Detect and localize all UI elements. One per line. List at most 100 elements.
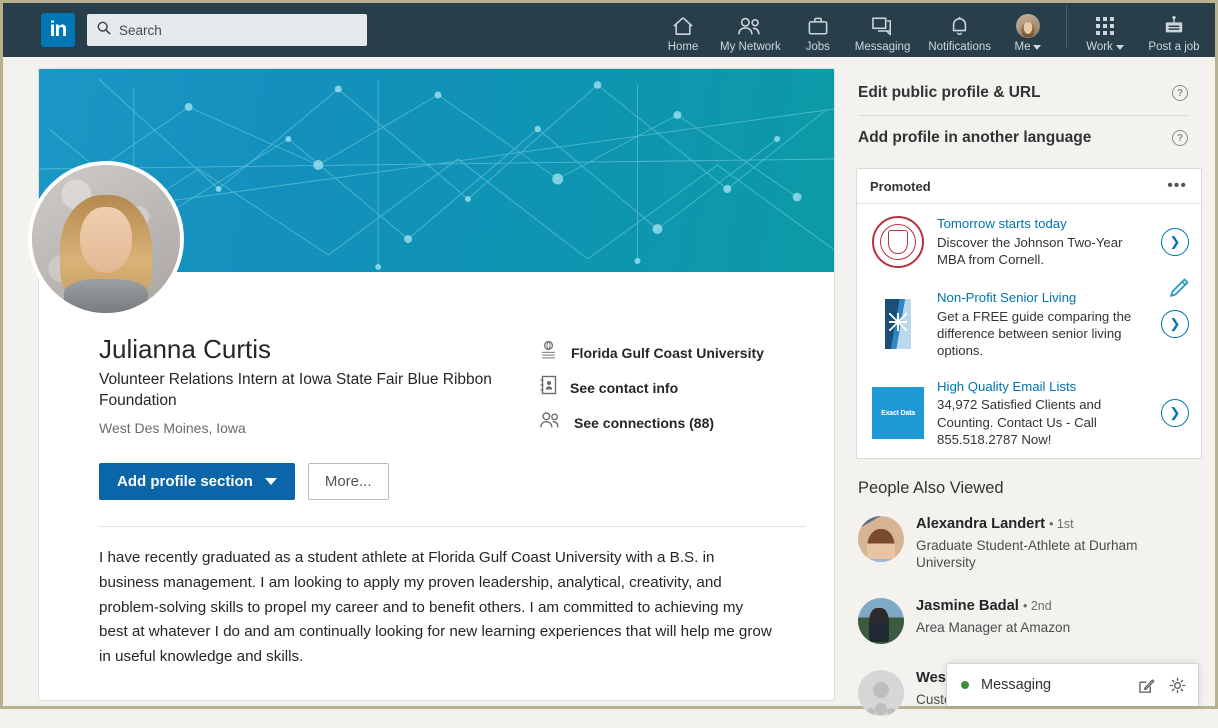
page-body: Julianna Curtis Volunteer Relations Inte… — [0, 57, 1218, 716]
contact-card-icon — [539, 375, 557, 400]
nav-divider — [1066, 5, 1067, 49]
promoted-ad-title[interactable]: Tomorrow starts today — [937, 216, 1150, 233]
nav-label-post-a-job: Post a job — [1148, 41, 1200, 53]
top-navigation-bar: in Home My Network Jobs — [0, 0, 1218, 57]
profile-card: Julianna Curtis Volunteer Relations Inte… — [28, 68, 1189, 701]
nav-item-my-network[interactable]: My Network — [711, 5, 790, 53]
profile-photo-face — [80, 207, 132, 273]
page-title: Julianna Curtis — [99, 334, 271, 364]
nav-item-jobs[interactable]: Jobs — [790, 5, 846, 53]
ellipsis-icon[interactable]: ••• — [1167, 178, 1187, 194]
messaging-label: Messaging — [981, 677, 1052, 693]
list-item[interactable]: Jasmine Badal • 2nd Area Manager at Amaz… — [856, 584, 1202, 656]
gear-icon[interactable] — [1169, 677, 1186, 694]
profile-action-buttons: Add profile section More... — [39, 445, 834, 500]
right-sidebar: Edit public profile & URL ? Add profile … — [856, 68, 1202, 716]
chevron-right-icon[interactable]: ❯ — [1161, 228, 1189, 256]
person-name: Jasmine Badal — [916, 597, 1019, 614]
person-degree-value: 1st — [1056, 516, 1074, 531]
person-subtitle: Area Manager at Amazon — [916, 619, 1071, 635]
messaging-bar[interactable]: Messaging — [946, 663, 1199, 706]
exact-data-logo-text: Exact Data — [872, 387, 924, 440]
promoted-ad-item[interactable]: Tomorrow starts today Discover the Johns… — [857, 204, 1201, 280]
nav-label-me-text: Me — [1014, 41, 1031, 53]
promoted-header: Promoted ••• — [857, 169, 1201, 204]
person-degree: • 2nd — [1022, 598, 1052, 613]
search-icon — [97, 21, 111, 40]
promoted-ad-title[interactable]: Non-Profit Senior Living — [937, 290, 1150, 307]
profile-photo[interactable] — [28, 161, 184, 317]
person-info: Jasmine Badal • 2nd Area Manager at Amaz… — [916, 598, 1070, 644]
nav-label-jobs: Jobs — [805, 41, 830, 53]
chevron-down-icon — [1033, 44, 1042, 50]
add-profile-section-button[interactable]: Add profile section — [99, 463, 295, 500]
grid-dots-icon — [1096, 14, 1114, 38]
promoted-ad-title[interactable]: High Quality Email Lists — [937, 379, 1150, 396]
compose-icon[interactable] — [1138, 677, 1155, 694]
list-item[interactable]: Alexandra Landert • 1st Graduate Student… — [856, 502, 1202, 584]
promoted-ad-item[interactable]: Exact Data High Quality Email Lists 34,9… — [857, 369, 1201, 458]
nav-label-work: Work — [1086, 41, 1124, 53]
bell-icon — [949, 14, 970, 38]
nav-label-me: Me — [1015, 41, 1042, 53]
add-profile-another-language-link[interactable]: Add profile in another language ? — [856, 116, 1202, 160]
nav-item-me[interactable]: Me — [1000, 5, 1056, 53]
post-job-icon — [1161, 14, 1187, 38]
nav-item-work[interactable]: Work — [1077, 5, 1133, 53]
person-name-row: Jasmine Badal • 2nd — [916, 598, 1070, 616]
more-button[interactable]: More... — [307, 463, 389, 500]
search-input[interactable] — [119, 22, 357, 38]
person-degree-value: 2nd — [1030, 598, 1052, 613]
university-crest-icon — [539, 340, 558, 365]
message-bubble-icon — [871, 14, 894, 38]
profile-headline: Volunteer Relations Intern at Iowa State… — [99, 371, 492, 410]
profile-school-row[interactable]: Florida Gulf Coast University — [539, 340, 764, 365]
identity-right: Florida Gulf Coast University See contac… — [539, 334, 764, 445]
nav-item-post-a-job[interactable]: Post a job — [1133, 5, 1215, 53]
see-connections-row[interactable]: See connections (88) — [539, 410, 764, 435]
promoted-ad-description: Discover the Johnson Two-Year MBA from C… — [937, 234, 1123, 267]
person-info: Alexandra Landert • 1st Graduate Student… — [916, 516, 1200, 572]
promoted-ad-text: High Quality Email Lists 34,972 Satisfie… — [937, 379, 1150, 448]
nav-item-notifications[interactable]: Notifications — [919, 5, 1000, 53]
chevron-right-icon[interactable]: ❯ — [1161, 399, 1189, 428]
chevron-down-icon — [1115, 44, 1124, 50]
nav-label-notifications: Notifications — [928, 41, 991, 53]
nav-label-my-network: My Network — [720, 41, 781, 53]
nav-profile-photo — [1016, 14, 1040, 38]
linkedin-logo[interactable]: in — [41, 13, 75, 47]
person-name-row: Alexandra Landert • 1st — [916, 516, 1200, 534]
see-contact-info-label: See contact info — [570, 379, 679, 396]
profile-school-name: Florida Gulf Coast University — [571, 344, 764, 361]
person-name: Alexandra Landert — [916, 515, 1045, 532]
avatar — [858, 515, 904, 562]
see-contact-info-row[interactable]: See contact info — [539, 375, 764, 400]
messaging-actions — [1138, 677, 1186, 694]
profile-photo-body — [64, 279, 148, 313]
nav-item-messaging[interactable]: Messaging — [846, 5, 920, 53]
add-profile-another-language-label: Add profile in another language — [858, 129, 1092, 146]
help-circle-icon[interactable]: ? — [1172, 130, 1188, 146]
help-circle-icon[interactable]: ? — [1172, 85, 1188, 101]
main-column: Julianna Curtis Volunteer Relations Inte… — [28, 68, 1189, 706]
nav-item-home[interactable]: Home — [655, 5, 711, 53]
exact-data-icon: Exact Data — [870, 385, 926, 441]
search-box[interactable] — [87, 14, 367, 46]
edit-public-profile-url-link[interactable]: Edit public profile & URL ? — [856, 71, 1202, 115]
promoted-ad-item[interactable]: Non-Profit Senior Living Get a FREE guid… — [857, 280, 1201, 369]
see-connections-label: See connections (88) — [574, 414, 715, 431]
promoted-ad-description: 34,972 Satisfied Clients and Counting. C… — [937, 397, 1102, 447]
nav-items-group: Home My Network Jobs Messaging Notificat — [655, 3, 1215, 57]
connections-icon — [539, 410, 561, 435]
avatar-icon — [1016, 14, 1040, 38]
nav-label-home: Home — [667, 41, 699, 53]
chevron-right-icon[interactable]: ❯ — [1161, 310, 1189, 339]
people-also-viewed-title: People Also Viewed — [858, 478, 1004, 497]
person-subtitle: Graduate Student-Athlete at Durham Unive… — [916, 537, 1138, 571]
status-badge — [961, 681, 969, 689]
chevron-down-icon — [264, 478, 277, 485]
profile-summary: I have recently graduated as a student a… — [99, 549, 772, 666]
identity-left: Julianna Curtis Volunteer Relations Inte… — [99, 334, 539, 445]
edit-public-profile-url-label: Edit public profile & URL — [858, 84, 1041, 101]
person-degree: • 1st — [1049, 516, 1074, 531]
